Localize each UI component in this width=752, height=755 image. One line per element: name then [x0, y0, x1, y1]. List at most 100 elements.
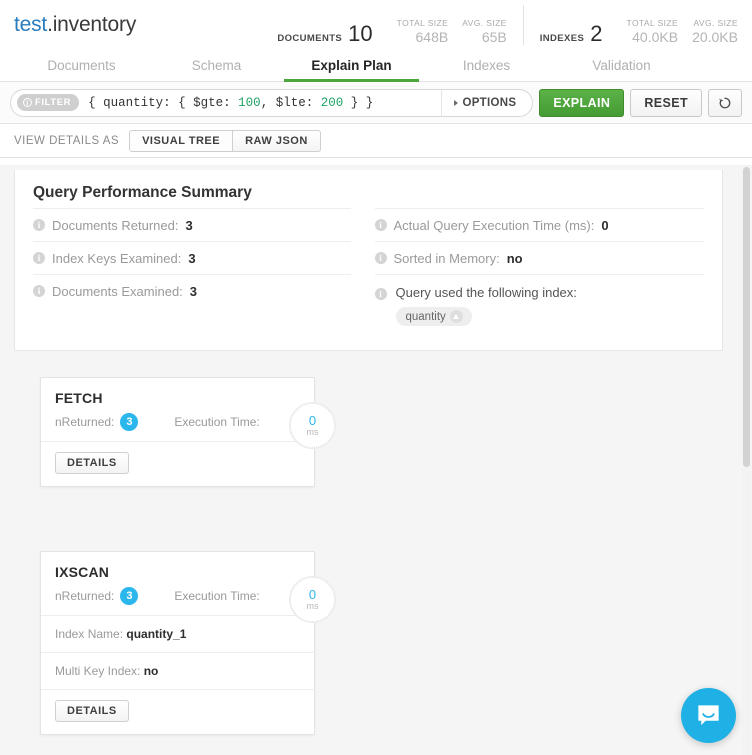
documents-stat-value: 10 — [348, 23, 372, 45]
indexes-avg-size-label: Avg. Size — [692, 18, 738, 29]
collection-name: inventory — [53, 13, 136, 36]
indexes-total-size-value: 40.0KB — [627, 29, 679, 45]
tab-indexes[interactable]: Indexes — [419, 50, 554, 81]
documents-stat-label: Documents — [277, 33, 348, 44]
explain-button[interactable]: EXPLAIN — [539, 89, 624, 117]
stage-fetch-header: FETCH nReturned: 3 Execution Time: 0 ms — [41, 378, 314, 441]
stage-ixscan-header: IXSCAN nReturned: 3 Execution Time: 0 ms — [41, 552, 314, 615]
stage-ixscan-nreturned: nReturned: 3 — [55, 587, 138, 605]
query-text-prefix: { quantity: { $gte: — [88, 96, 238, 110]
info-icon[interactable]: i — [375, 288, 387, 300]
explain-content: Query Performance Summary i Documents Re… — [0, 165, 752, 755]
documents-avg-size-value: 65B — [462, 29, 507, 45]
tab-documents[interactable]: Documents — [14, 50, 149, 81]
database-name: test — [14, 13, 47, 36]
collection-tabs: Documents Schema Explain Plan Indexes Va… — [0, 50, 752, 82]
options-toggle[interactable]: OPTIONS — [441, 90, 528, 116]
stat-group-documents: Documents 10 Total Size 648B Avg. Size 6… — [277, 5, 506, 45]
chat-launcher-button[interactable] — [681, 688, 736, 743]
query-bar: i FILTER { quantity: { $gte: 100, $lte: … — [0, 82, 752, 124]
filter-pill-label: FILTER — [35, 97, 71, 108]
query-performance-summary: Query Performance Summary i Documents Re… — [14, 170, 723, 351]
index-keys-examined-label: Index Keys Examined: — [52, 251, 181, 266]
indexes-total-size: Total Size 40.0KB — [613, 18, 679, 45]
tab-explain-plan-label: Explain Plan — [311, 58, 391, 73]
stat-group-indexes: Indexes 2 Total Size 40.0KB Avg. Size 20… — [523, 5, 738, 45]
summary-left-column: i Documents Returned: 3 i Index Keys Exa… — [33, 208, 369, 332]
tab-validation[interactable]: Validation — [554, 50, 689, 81]
view-details-bar: View Details As VISUAL TREE RAW JSON — [0, 124, 752, 158]
stage-ixscan-name: IXSCAN — [55, 564, 300, 580]
tab-schema[interactable]: Schema — [149, 50, 284, 81]
info-icon[interactable]: i — [375, 252, 387, 264]
clock-tick-ring — [290, 577, 335, 622]
stage-fetch-footer: DETAILS — [41, 441, 314, 486]
summary-row-index-keys-examined: i Index Keys Examined: 3 — [33, 241, 351, 274]
tab-documents-label: Documents — [47, 58, 115, 73]
stage-fetch-exectime-label: Execution Time: — [174, 415, 259, 429]
explain-stage-tree: FETCH nReturned: 3 Execution Time: 0 ms — [0, 351, 752, 735]
summary-row-documents-returned: i Documents Returned: 3 — [33, 208, 351, 241]
indexes-stat-value: 2 — [590, 23, 602, 45]
query-input-wrapper[interactable]: i FILTER { quantity: { $gte: 100, $lte: … — [10, 89, 533, 117]
stage-card-ixscan: IXSCAN nReturned: 3 Execution Time: 0 ms — [40, 551, 315, 735]
view-details-label: View Details As — [14, 135, 119, 147]
sorted-in-memory-label: Sorted in Memory: — [394, 251, 500, 266]
summary-row-documents-examined: i Documents Examined: 3 — [33, 274, 351, 307]
summary-row-index-used: i Query used the following index: quanti… — [375, 274, 705, 332]
stage-ixscan-nreturned-label: nReturned: — [55, 589, 114, 603]
view-mode-visual-tree-label: VISUAL TREE — [142, 135, 220, 147]
documents-returned-value: 3 — [185, 218, 192, 233]
tab-validation-label: Validation — [592, 58, 650, 73]
filter-pill[interactable]: i FILTER — [17, 94, 79, 111]
reset-button-label: RESET — [644, 96, 688, 110]
stage-ixscan-multikey-value: no — [144, 664, 159, 678]
view-mode-segmented-control: VISUAL TREE RAW JSON — [129, 130, 321, 152]
tab-explain-plan[interactable]: Explain Plan — [284, 50, 419, 81]
stage-fetch-name: FETCH — [55, 390, 300, 406]
explain-plan-screen: test.inventory Documents 10 Total Size 6… — [0, 0, 752, 755]
summary-right-column: i Actual Query Execution Time (ms): 0 i … — [369, 208, 705, 332]
view-mode-raw-json[interactable]: RAW JSON — [233, 130, 321, 152]
info-icon[interactable]: i — [33, 219, 45, 231]
query-input[interactable]: { quantity: { $gte: 100, $lte: 200 } } — [88, 96, 441, 110]
execution-time-label: Actual Query Execution Time (ms): — [394, 218, 595, 233]
stage-ixscan-details-label: DETAILS — [67, 705, 117, 717]
info-icon[interactable]: i — [33, 252, 45, 264]
reset-button[interactable]: RESET — [630, 89, 702, 117]
stage-fetch-details-label: DETAILS — [67, 457, 117, 469]
summary-row-sorted-in-memory: i Sorted in Memory: no — [375, 241, 705, 274]
indexes-total-size-label: Total Size — [627, 18, 679, 29]
documents-total-size-value: 648B — [397, 29, 449, 45]
tab-schema-label: Schema — [192, 58, 242, 73]
options-label: OPTIONS — [462, 97, 516, 109]
collection-header: test.inventory Documents 10 Total Size 6… — [0, 0, 752, 50]
stage-fetch-details-button[interactable]: DETAILS — [55, 452, 129, 474]
stage-ixscan-index-name-value: quantity_1 — [126, 627, 186, 641]
indexes-stat-label: Indexes — [540, 33, 591, 44]
info-icon[interactable]: i — [33, 285, 45, 297]
query-text-mid: , $lte: — [261, 96, 321, 110]
indexes-avg-size-value: 20.0KB — [692, 29, 738, 45]
index-used-label: Query used the following index: — [396, 285, 577, 300]
index-badge-quantity[interactable]: quantity — [396, 307, 472, 326]
query-lte-value: 200 — [321, 96, 344, 110]
stage-ixscan-details-button[interactable]: DETAILS — [55, 700, 129, 722]
stage-ixscan-footer: DETAILS — [41, 689, 314, 734]
query-gte-value: 100 — [238, 96, 261, 110]
sorted-in-memory-value: no — [507, 251, 523, 266]
indexes-avg-size: Avg. Size 20.0KB — [678, 18, 738, 45]
summary-title: Query Performance Summary — [33, 184, 704, 202]
view-mode-visual-tree[interactable]: VISUAL TREE — [129, 130, 233, 152]
stage-fetch-nreturned-value: 3 — [120, 413, 138, 431]
explain-button-label: EXPLAIN — [553, 96, 610, 110]
query-history-button[interactable] — [708, 89, 742, 117]
info-icon[interactable]: i — [375, 219, 387, 231]
history-icon — [718, 96, 732, 110]
stage-ixscan-metrics: nReturned: 3 Execution Time: — [55, 587, 300, 605]
arrow-up-icon — [450, 310, 463, 323]
stage-fetch-nreturned-label: nReturned: — [55, 415, 114, 429]
index-keys-examined-value: 3 — [188, 251, 195, 266]
documents-examined-label: Documents Examined: — [52, 284, 183, 299]
stage-ixscan-index-name-label: Index Name: — [55, 627, 123, 641]
